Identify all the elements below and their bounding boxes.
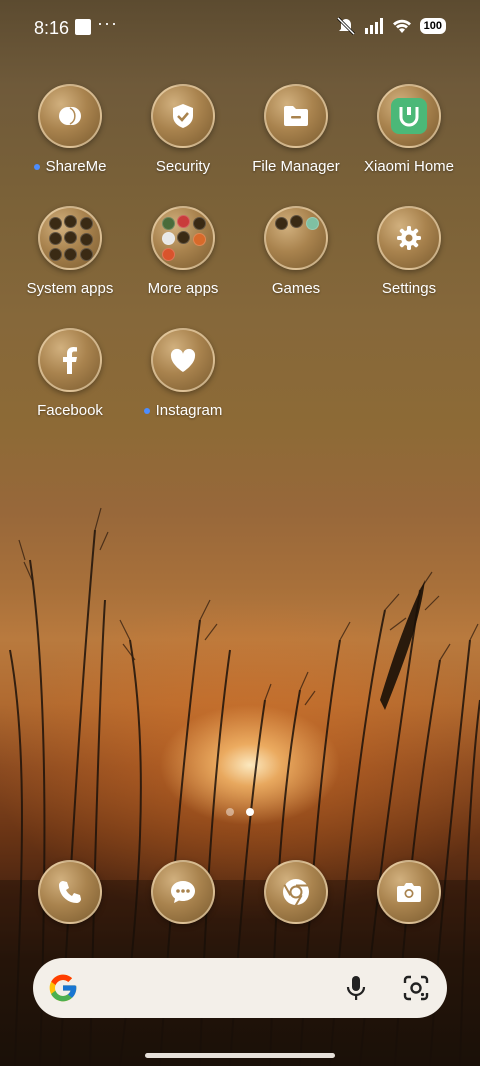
- folder-more-apps[interactable]: More apps: [123, 206, 243, 297]
- folder-icon: [264, 206, 328, 270]
- app-label: Games: [271, 280, 321, 297]
- dock-messages[interactable]: [123, 860, 243, 924]
- new-badge-dot: [143, 408, 150, 415]
- phone-icon: [38, 860, 102, 924]
- app-facebook[interactable]: Facebook: [10, 328, 130, 419]
- page-indicator: [0, 808, 480, 816]
- mute-bell-icon: [336, 16, 355, 36]
- gear-icon: [377, 206, 441, 270]
- facebook-icon: [38, 328, 102, 392]
- folder-icon: [264, 84, 328, 148]
- notification-square-icon: [75, 19, 91, 35]
- app-label: Settings: [381, 280, 437, 297]
- app-label: Facebook: [37, 402, 103, 419]
- page-dot[interactable]: [226, 808, 234, 816]
- dock-phone[interactable]: [10, 860, 130, 924]
- google-search-bar[interactable]: [33, 958, 447, 1018]
- app-label: ShareMe: [45, 158, 107, 175]
- folder-system-apps[interactable]: System apps: [10, 206, 130, 297]
- app-settings[interactable]: Settings: [349, 206, 469, 297]
- shareme-icon: [38, 84, 102, 148]
- folder-icon: [38, 206, 102, 270]
- app-label: File Manager: [252, 158, 340, 175]
- app-file-manager[interactable]: File Manager: [236, 84, 356, 175]
- camera-icon: [377, 860, 441, 924]
- signal-icon: [364, 18, 383, 34]
- app-security[interactable]: Security: [123, 84, 243, 175]
- xiaomi-home-icon: [377, 84, 441, 148]
- battery-icon: 100: [419, 18, 446, 34]
- page-dot-active[interactable]: [246, 808, 254, 816]
- lens-camera-icon[interactable]: [403, 975, 429, 1001]
- dock-chrome[interactable]: [236, 860, 356, 924]
- more-notifications-icon: ···: [97, 13, 118, 33]
- status-icons: 100: [336, 16, 446, 36]
- app-label: More apps: [147, 280, 219, 297]
- google-logo-icon: [49, 974, 77, 1002]
- heart-icon: [151, 328, 215, 392]
- app-label: Security: [155, 158, 211, 175]
- app-shareme[interactable]: ShareMe: [10, 84, 130, 175]
- app-xiaomi-home[interactable]: Xiaomi Home: [349, 84, 469, 175]
- new-badge-dot: [33, 164, 40, 171]
- app-label: Xiaomi Home: [363, 158, 455, 175]
- folder-games[interactable]: Games: [236, 206, 356, 297]
- app-label: System apps: [26, 280, 114, 297]
- gesture-nav-bar[interactable]: [145, 1053, 335, 1058]
- wifi-icon: [392, 19, 411, 33]
- status-bar: 8:16 ··· 100: [0, 0, 480, 56]
- folder-icon: [151, 206, 215, 270]
- status-time: 8:16: [34, 18, 70, 38]
- app-instagram[interactable]: Instagram: [123, 328, 243, 419]
- chrome-icon: [264, 860, 328, 924]
- dock-camera[interactable]: [349, 860, 469, 924]
- message-icon: [151, 860, 215, 924]
- shield-icon: [151, 84, 215, 148]
- microphone-icon[interactable]: [345, 975, 367, 1001]
- app-label: Instagram: [155, 402, 223, 419]
